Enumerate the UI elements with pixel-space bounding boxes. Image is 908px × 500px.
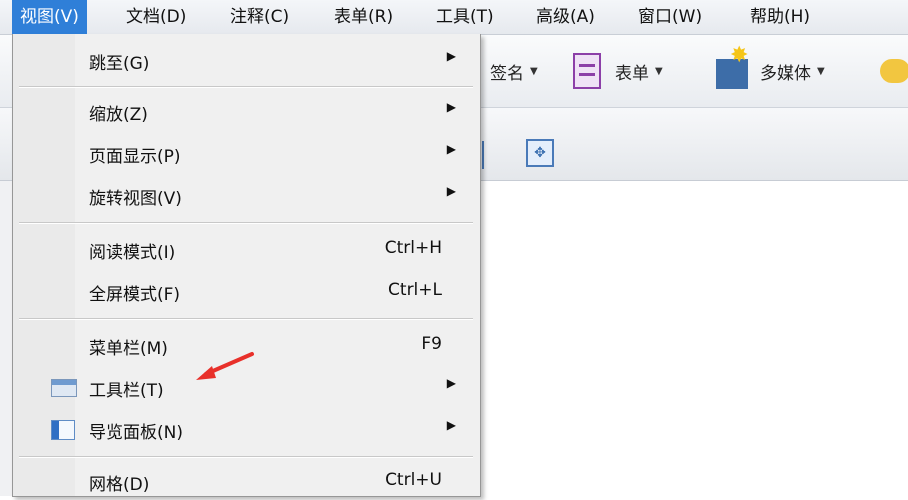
reading-mode-label: 阅读模式(I) xyxy=(89,243,176,263)
goto-label: 跳至(G) xyxy=(89,54,150,74)
menu-bar: 视图(V) 文档(D) 注释(C) 表单(R) 工具(T) 高级(A) 窗口(W… xyxy=(0,0,908,35)
menu-annotation[interactable]: 注释(C) xyxy=(222,0,297,34)
submenu-arrow-icon: ▶ xyxy=(446,100,456,114)
menubar-label: 菜单栏(M) xyxy=(89,339,168,359)
annotation-arrow-icon xyxy=(196,352,254,380)
separator xyxy=(19,318,473,320)
nav-panel-label: 导览面板(N) xyxy=(89,423,183,443)
fullscreen-label: 全屏模式(F) xyxy=(89,285,181,305)
chevron-down-icon[interactable]: ▼ xyxy=(530,66,538,77)
reading-mode-shortcut: Ctrl+H xyxy=(384,238,442,258)
menu-document[interactable]: 文档(D) xyxy=(118,0,194,34)
separator xyxy=(19,222,473,224)
multimedia-icon: ✸ xyxy=(716,45,748,89)
toolbars-label: 工具栏(T) xyxy=(89,381,164,401)
chevron-down-icon[interactable]: ▼ xyxy=(655,66,663,77)
submenu-arrow-icon: ▶ xyxy=(446,49,456,63)
menu-help[interactable]: 帮助(H) xyxy=(742,0,818,34)
menu-item-reading-mode[interactable]: 阅读模式(I) Ctrl+H xyxy=(13,230,480,268)
menu-item-goto[interactable]: 跳至(G) ▶ xyxy=(13,41,480,79)
separator xyxy=(19,86,473,88)
menu-view[interactable]: 视图(V) xyxy=(12,0,87,34)
multimedia-button[interactable]: ✸ 多媒体 ▼ xyxy=(716,45,825,94)
menu-form[interactable]: 表单(R) xyxy=(326,0,401,34)
menu-item-nav-panel[interactable]: 导览面板(N) ▶ xyxy=(13,410,480,448)
fit-page-button[interactable]: ✥ xyxy=(526,130,554,176)
menu-item-rotate-view[interactable]: 旋转视图(V) ▶ xyxy=(13,176,480,214)
view-menu-dropdown: 跳至(G) ▶ 缩放(Z) ▶ 页面显示(P) ▶ 旋转视图(V) ▶ 阅读模式… xyxy=(12,34,481,497)
menu-item-fullscreen[interactable]: 全屏模式(F) Ctrl+L xyxy=(13,272,480,310)
signature-label: 签名 xyxy=(490,63,524,84)
menu-advanced[interactable]: 高级(A) xyxy=(528,0,603,34)
menubar-shortcut: F9 xyxy=(421,334,442,354)
form-button[interactable]: 表单 ▼ xyxy=(573,48,663,94)
grid-label: 网格(D) xyxy=(89,475,150,495)
chevron-down-icon[interactable]: ▼ xyxy=(817,66,825,77)
fit-page-icon: ✥ xyxy=(526,139,554,167)
page-display-label: 页面显示(P) xyxy=(89,147,181,167)
multimedia-label: 多媒体 xyxy=(760,63,811,84)
comment-button[interactable] xyxy=(880,48,908,94)
form-icon xyxy=(573,53,601,89)
nav-panel-icon xyxy=(51,420,75,440)
form-label: 表单 xyxy=(615,63,649,84)
signature-button[interactable]: 签名 ▼ xyxy=(484,48,538,94)
rotate-label: 旋转视图(V) xyxy=(89,189,182,209)
comment-icon xyxy=(880,59,908,83)
submenu-arrow-icon: ▶ xyxy=(446,184,456,198)
submenu-arrow-icon: ▶ xyxy=(446,376,456,390)
menu-window[interactable]: 窗口(W) xyxy=(630,0,710,34)
menu-item-page-display[interactable]: 页面显示(P) ▶ xyxy=(13,134,480,172)
submenu-arrow-icon: ▶ xyxy=(446,142,456,156)
separator xyxy=(19,456,473,458)
menu-item-grid[interactable]: 网格(D) Ctrl+U xyxy=(13,462,480,500)
fit-width-icon xyxy=(482,141,490,169)
menu-item-zoom[interactable]: 缩放(Z) ▶ xyxy=(13,92,480,130)
menu-tools[interactable]: 工具(T) xyxy=(428,0,502,34)
fullscreen-shortcut: Ctrl+L xyxy=(388,280,442,300)
grid-shortcut: Ctrl+U xyxy=(385,470,442,490)
submenu-arrow-icon: ▶ xyxy=(446,418,456,432)
fit-width-button[interactable] xyxy=(482,132,490,178)
zoom-label: 缩放(Z) xyxy=(89,105,148,125)
toolbar-icon xyxy=(51,379,77,397)
